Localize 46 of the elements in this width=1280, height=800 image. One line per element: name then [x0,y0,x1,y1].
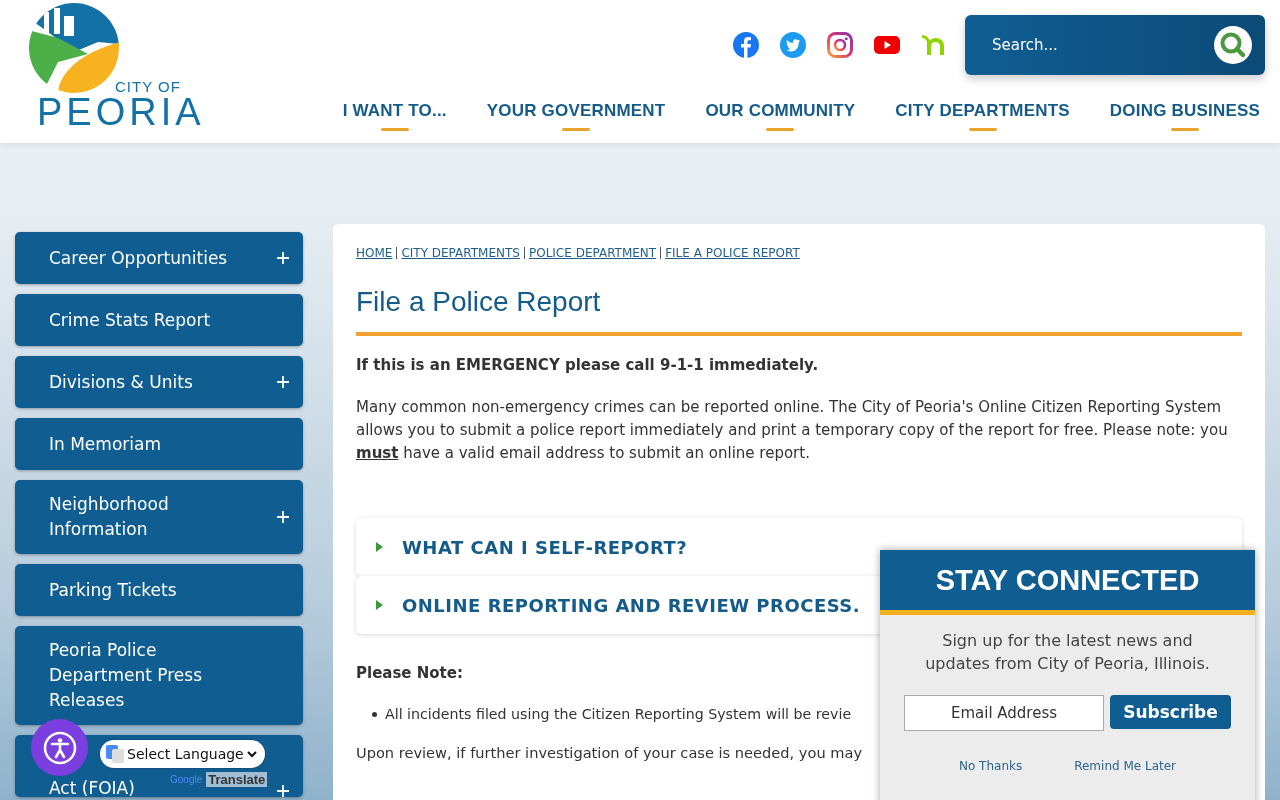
page-title: File a Police Report [356,286,1242,336]
plus-icon[interactable] [277,511,289,523]
breadcrumb-link[interactable]: FILE A POLICE REPORT [665,246,800,260]
bullet-text: All incidents filed using the Citizen Reporting System will be revie [385,706,852,722]
note-heading: Please Note: [356,664,463,682]
sidebar-item[interactable]: Peoria Police Department Press Releases [15,626,303,725]
sidebar-item[interactable]: Divisions & Units [15,356,303,408]
bullet-icon [372,711,377,717]
camera-icon[interactable] [827,32,853,58]
plus-icon[interactable] [277,376,289,388]
facebook-icon[interactable] [733,32,759,58]
logo-text: CITY OF [115,78,181,95]
intro-paragraph: Many common non-emergency crimes can be reported online. The City of Peoria's Online Citizen Reporting System allows you to submit a police report immediately and print a temporary copy of the report for free. Please note: you must have a valid email address to submit an online report. [356,397,1229,464]
nav-link[interactable]: YOUR GOVERNMENT [486,101,666,131]
subscribe-button[interactable]: Subscribe [1110,695,1231,729]
sidebar-item[interactable]: In Memoriam [15,418,303,470]
search-icon [1218,30,1248,60]
remind-later-link[interactable]: Remind Me Later [1074,759,1177,773]
nav-link[interactable]: DOING BUSINESS [1109,101,1260,131]
nav-link[interactable]: CITY DEPARTMENTS [895,101,1070,131]
sidebar-item[interactable]: Career Opportunities [15,232,303,284]
translate-icon [106,745,124,763]
review-paragraph: Upon review, if further investigation of your case is needed, you may [356,744,863,761]
sidebar-item[interactable]: Parking Tickets [15,564,303,616]
logo-text: PEORIA [37,92,205,132]
translate-text: Translate [206,772,268,787]
no-thanks-link[interactable]: No Thanks [958,759,1023,773]
language-select[interactable]: Select Language [100,740,265,768]
accessibility-icon [42,730,77,765]
emergency-note: If this is an EMERGENCY please call 9-1-1 immediately. [356,356,820,374]
plus-icon[interactable] [277,785,289,797]
plus-icon[interactable] [277,252,289,264]
sidebar-item[interactable]: Crime Stats Report [15,294,303,346]
search-field[interactable]: Search... [990,35,1194,55]
breadcrumb-link[interactable]: CITY DEPARTMENTS [401,246,520,260]
email-field[interactable]: Email Address [904,695,1104,731]
breadcrumb-link[interactable]: HOME [356,246,393,260]
bird-icon[interactable] [780,32,806,58]
play-icon[interactable] [874,35,900,55]
search-button[interactable] [1214,26,1252,64]
nav-link[interactable]: OUR COMMUNITY [705,101,856,131]
sidebar-item[interactable]: Neighborhood Information [15,480,303,554]
breadcrumb-link[interactable]: POLICE DEPARTMENT [528,246,657,260]
nav-link[interactable]: I WANT TO... [342,101,447,131]
brand-text: Google [170,774,203,785]
chevron-down-icon [246,750,257,758]
